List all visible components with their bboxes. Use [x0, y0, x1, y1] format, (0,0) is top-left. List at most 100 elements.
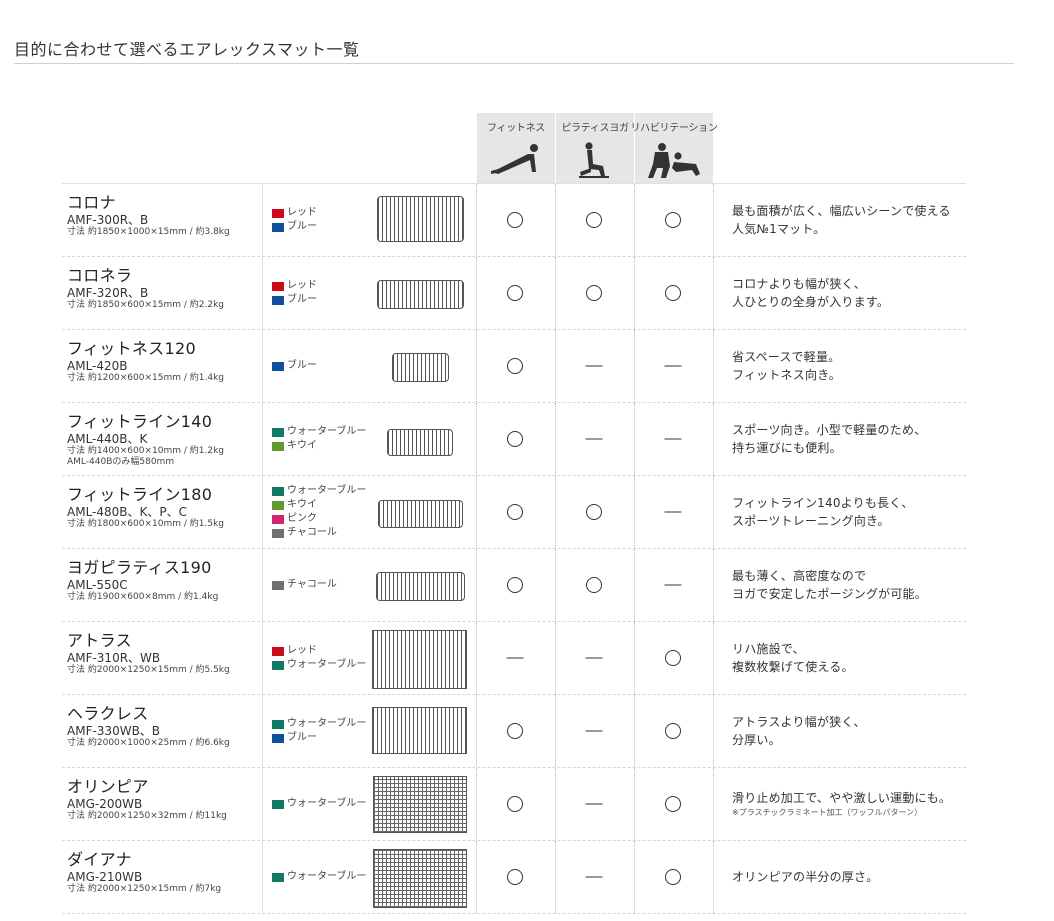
column-divider [262, 841, 263, 913]
not-suitable-mark [585, 365, 603, 367]
product-size: 寸法 約2000×1250×15mm / 約5.5kg [67, 665, 230, 675]
color-option: ウォーターブルー [272, 658, 366, 672]
color-option: ブルー [272, 220, 317, 234]
suitable-mark [507, 723, 523, 739]
mat-image [377, 196, 464, 242]
color-options: レッド ブルー [272, 257, 317, 329]
not-suitable-mark [585, 438, 603, 440]
product-model: AMF-330WB、B [67, 724, 161, 738]
color-options: ブルー [272, 330, 317, 402]
table-row: アトラス AMF-310R、WB 寸法 約2000×1250×15mm / 約5.5… [62, 622, 966, 695]
product-size: 寸法 約1200×600×15mm / 約1.4kg [67, 373, 225, 383]
not-suitable-mark [664, 511, 682, 513]
color-option: ブルー [272, 731, 366, 745]
suitable-mark [507, 358, 523, 374]
table-row: ヘラクレス AMF-330WB、B 寸法 約2000×1000×25mm / 約6.… [62, 695, 966, 768]
color-option: レッド [272, 644, 366, 658]
color-options: チャコール [272, 549, 337, 621]
product-size: 寸法 約1850×600×15mm / 約2.2kg [67, 300, 225, 310]
description-line: フィットネス向き。 [732, 368, 841, 382]
column-divider [713, 184, 714, 256]
column-divider [555, 403, 556, 475]
column-divider [634, 768, 635, 840]
color-options: ウォーターブルー [272, 841, 366, 913]
column-divider [262, 257, 263, 329]
color-label: ウォーターブルー [287, 718, 367, 729]
not-suitable-mark [664, 365, 682, 367]
not-suitable-mark [585, 803, 603, 805]
description-line: 人ひとりの全身が入ります。 [732, 295, 890, 309]
product-name: アトラス [67, 631, 132, 650]
mat-image [378, 500, 463, 528]
product-info: フィットライン140 AML-440B、K 寸法 約1400×600×10mm / … [67, 413, 263, 468]
color-swatch [272, 427, 284, 437]
color-label: レッド [287, 207, 317, 218]
product-description: フィットライン140よりも長く、 スポーツトレーニング向き。 [732, 476, 972, 548]
color-swatch [272, 514, 284, 524]
column-divider [476, 330, 477, 402]
color-options: ウォーターブルー キウイ [272, 403, 366, 475]
color-label: ブルー [287, 360, 317, 371]
pushup-figure-icon [491, 144, 538, 174]
color-swatch [272, 441, 284, 451]
column-divider [262, 695, 263, 767]
product-info: ヨガピラティス190 AML-550C 寸法 約1900×600×8mm / 約1.… [67, 559, 263, 603]
suitable-mark [507, 869, 523, 885]
table-row: コロネラ AMF-320R、B 寸法 約1850×600×15mm / 約2.2kg… [62, 257, 966, 330]
suitable-mark [586, 577, 602, 593]
color-option: ウォーターブルー [272, 484, 366, 498]
product-table: コロナ AMF-300R、B 寸法 約1850×1000×15mm / 約3.8kg… [62, 183, 966, 914]
product-info: フィットライン180 AML-480B、K、P、C 寸法 約1800×600×10m… [67, 486, 263, 530]
color-swatch [272, 500, 284, 510]
column-divider [713, 841, 714, 913]
color-options: ウォーターブルー キウイ ピンク チャコール [272, 476, 366, 548]
not-suitable-mark [664, 438, 682, 440]
column-divider [476, 695, 477, 767]
color-label: チャコール [287, 527, 337, 538]
product-info: コロネラ AMF-320R、B 寸法 約1850×600×15mm / 約2.2kg [67, 267, 263, 311]
description-line: 分厚い。 [732, 733, 781, 747]
color-label: ブルー [287, 294, 317, 305]
column-label-rehabilitation: リハビリテーション [630, 123, 718, 134]
mat-image [376, 572, 465, 601]
product-description: 最も面積が広く、幅広いシーンで使える 人気№1マット。 [732, 184, 972, 256]
product-description: コロナよりも幅が狭く、 人ひとりの全身が入ります。 [732, 257, 972, 329]
color-label: レッド [287, 280, 317, 291]
mat-image [377, 280, 464, 309]
column-divider [262, 476, 263, 548]
color-swatch [272, 872, 284, 882]
not-suitable-mark [664, 584, 682, 586]
column-divider [262, 549, 263, 621]
product-info: アトラス AMF-310R、WB 寸法 約2000×1250×15mm / 約5.5… [67, 632, 263, 676]
product-name: ヨガピラティス190 [67, 558, 212, 577]
product-size: 寸法 約2000×1250×15mm / 約7kg [67, 884, 222, 894]
product-name: ダイアナ [67, 850, 132, 869]
color-option: ウォーターブルー [272, 425, 366, 439]
product-model: AML-550C [67, 578, 128, 592]
product-model: AMG-210WB [67, 870, 143, 884]
not-suitable-mark [585, 657, 603, 659]
color-option: チャコール [272, 578, 337, 592]
product-model: AML-480B、K、P、C [67, 505, 187, 519]
column-divider [262, 622, 263, 694]
column-divider [555, 330, 556, 402]
color-label: ウォーターブルー [287, 871, 367, 882]
color-option: ピンク [272, 512, 366, 526]
suitable-mark [507, 796, 523, 812]
color-label: ウォーターブルー [287, 426, 367, 437]
product-description: 滑り止め加工で、やや激しい運動にも。 ※プラスチックラミネート加工（ワッフルパター… [732, 768, 972, 840]
column-divider [262, 768, 263, 840]
table-row: フィットライン140 AML-440B、K 寸法 約1400×600×10mm / … [62, 403, 966, 476]
description-line: オリンピアの半分の厚さ。 [732, 870, 879, 884]
description-line: フィットライン140よりも長く、 [732, 496, 914, 510]
product-info: コロナ AMF-300R、B 寸法 約1850×1000×15mm / 約3.8kg [67, 194, 263, 238]
color-label: ウォーターブルー [287, 485, 367, 496]
suitable-mark [507, 504, 523, 520]
product-info: オリンピア AMG-200WB 寸法 約2000×1250×32mm / 約11kg [67, 778, 263, 822]
product-info: ヘラクレス AMF-330WB、B 寸法 約2000×1000×25mm / 約6.… [67, 705, 263, 749]
product-info: フィットネス120 AML-420B 寸法 約1200×600×15mm / 約1.… [67, 340, 263, 384]
table-row: ヨガピラティス190 AML-550C 寸法 約1900×600×8mm / 約1.… [62, 549, 966, 622]
column-divider [713, 549, 714, 621]
column-divider [555, 768, 556, 840]
column-divider [555, 476, 556, 548]
